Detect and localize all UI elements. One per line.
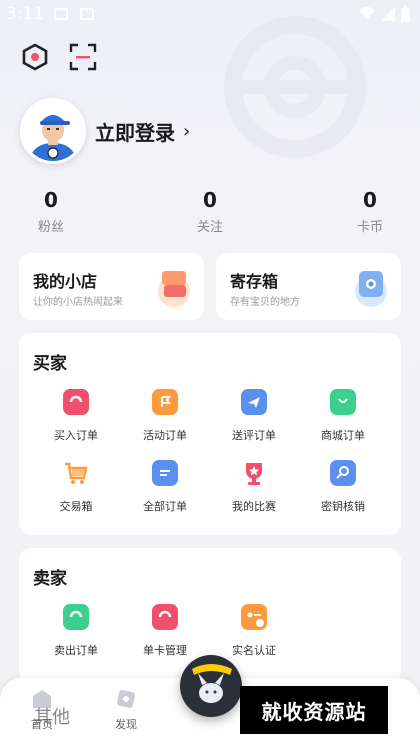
trade-box-entry[interactable]: 交易箱 xyxy=(31,460,121,514)
font-icon xyxy=(80,8,94,20)
all-orders-entry[interactable]: 全部订单 xyxy=(120,460,210,514)
settings-icon[interactable] xyxy=(20,42,50,72)
trophy-icon xyxy=(241,460,267,486)
storage-box-subtitle: 存有宝贝的地方 xyxy=(230,297,300,308)
signal-icon xyxy=(381,7,395,21)
my-shop-card[interactable]: 我的小店 让你的小店热闹起来 xyxy=(19,253,204,320)
buy-order-icon xyxy=(63,389,89,415)
key-verify-entry[interactable]: 密钥核销 xyxy=(298,460,388,514)
key-verify-label: 密钥核销 xyxy=(321,500,365,513)
activity-order-entry[interactable]: 活动订单 xyxy=(120,389,210,443)
chevron-right-icon[interactable]: › xyxy=(183,121,190,142)
buy-order-entry[interactable]: 买入订单 xyxy=(31,389,121,443)
stat-value: 0 xyxy=(203,188,217,212)
discover-icon xyxy=(117,690,135,708)
watermark-badge: 就收资源站 xyxy=(240,686,388,734)
login-link[interactable]: 立即登录 xyxy=(95,117,175,146)
battery-icon xyxy=(401,6,410,22)
my-matches-label: 我的比赛 xyxy=(232,500,276,513)
card-manage-entry[interactable]: 单卡管理 xyxy=(120,604,210,658)
sell-order-icon xyxy=(63,604,89,630)
stat-label: 粉丝 xyxy=(37,220,64,235)
all-orders-label: 全部订单 xyxy=(143,500,187,513)
storage-box-card[interactable]: 寄存箱 存有宝贝的地方 xyxy=(216,253,401,320)
shop-icon xyxy=(158,271,190,307)
card-manage-icon xyxy=(152,604,178,630)
id-verify-entry[interactable]: 实名认证 xyxy=(209,604,299,658)
stat-label: 关注 xyxy=(196,220,223,235)
id-verify-icon xyxy=(241,604,267,630)
status-time: 3:11 xyxy=(6,4,45,24)
stat-coins[interactable]: 0 卡币 xyxy=(330,188,410,235)
buyer-title: 买家 xyxy=(33,354,67,374)
key-verify-icon xyxy=(330,460,356,486)
all-orders-icon xyxy=(152,460,178,486)
scan-icon[interactable] xyxy=(68,42,98,72)
seller-title: 卖家 xyxy=(33,569,67,589)
storage-box-title: 寄存箱 xyxy=(230,272,279,291)
storage-box-icon xyxy=(355,271,387,307)
profile-header[interactable]: 立即登录 › xyxy=(20,98,190,164)
gallery-icon xyxy=(54,8,68,20)
trade-cart-icon xyxy=(63,460,89,486)
stat-fans[interactable]: 0 粉丝 xyxy=(11,188,91,235)
mall-order-entry[interactable]: 商城订单 xyxy=(298,389,388,443)
stat-value: 0 xyxy=(363,188,377,212)
stat-label: 卡币 xyxy=(356,220,383,235)
grading-order-icon xyxy=(241,389,267,415)
sell-order-entry[interactable]: 卖出订单 xyxy=(31,604,121,658)
grading-order-label: 送评订单 xyxy=(232,429,276,442)
center-pokemon-button[interactable] xyxy=(180,655,242,717)
buy-order-label: 买入订单 xyxy=(54,429,98,442)
my-shop-title: 我的小店 xyxy=(33,272,98,291)
buyer-section: 买家 买入订单 活动订单 送评订单 商城订单 交易箱 全部订单 我的比赛 密钥核… xyxy=(19,333,401,535)
mall-order-label: 商城订单 xyxy=(321,429,365,442)
stat-value: 0 xyxy=(44,188,58,212)
pokemon-logo-icon xyxy=(182,657,240,715)
my-shop-subtitle: 让你的小店热闹起来 xyxy=(33,297,123,308)
sell-order-label: 卖出订单 xyxy=(54,644,98,657)
activity-order-label: 活动订单 xyxy=(143,429,187,442)
avatar[interactable] xyxy=(20,98,86,164)
other-text: 其他 xyxy=(34,707,70,728)
activity-order-icon xyxy=(152,389,178,415)
trade-box-label: 交易箱 xyxy=(59,500,93,513)
background-logo-icon xyxy=(224,16,366,158)
nav-discover-label: 发现 xyxy=(115,718,137,731)
mall-order-icon xyxy=(330,389,356,415)
grading-order-entry[interactable]: 送评订单 xyxy=(209,389,299,443)
stat-following[interactable]: 0 关注 xyxy=(170,188,250,235)
my-matches-entry[interactable]: 我的比赛 xyxy=(209,460,299,514)
nav-discover[interactable]: 发现 xyxy=(101,688,151,732)
